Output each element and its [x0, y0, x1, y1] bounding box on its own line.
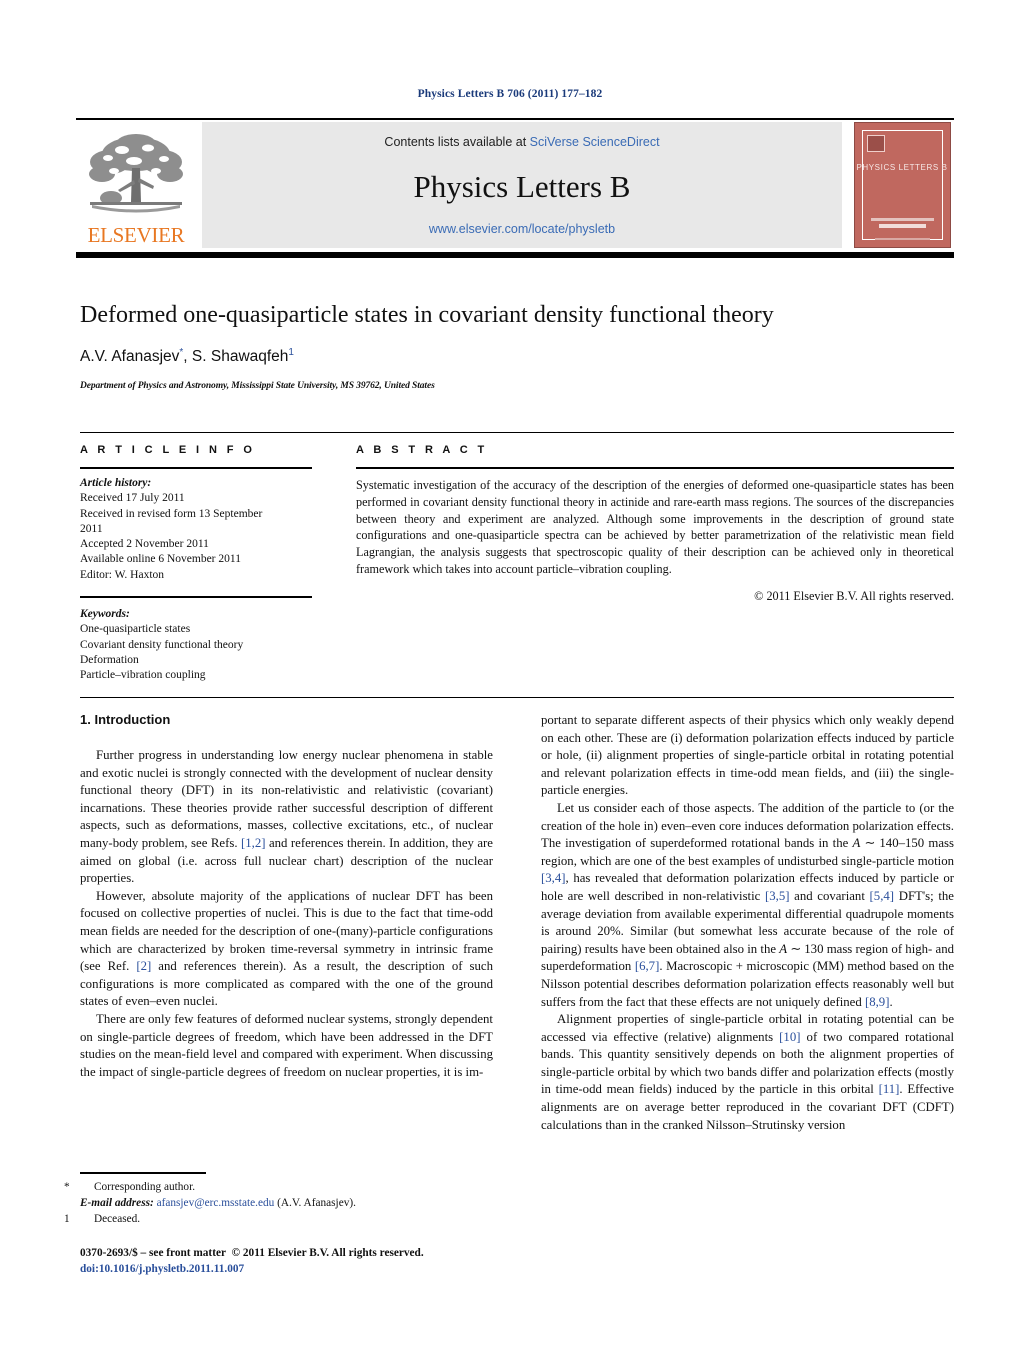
citation-link[interactable]: [3,5] — [765, 889, 790, 903]
article-title: Deformed one-quasiparticle states in cov… — [80, 302, 774, 328]
elsevier-logo: ELSEVIER — [76, 122, 196, 248]
footnote-item: * Corresponding author. — [64, 1179, 493, 1195]
abstract-copyright: © 2011 Elsevier B.V. All rights reserved… — [754, 588, 954, 603]
citation-link[interactable]: [8,9] — [865, 995, 890, 1009]
imprint-copyright: © 2011 Elsevier B.V. All rights reserved… — [231, 1247, 424, 1259]
footnote-item: 1 Deceased. — [64, 1211, 493, 1227]
keyword-item: One-quasiparticle states — [80, 623, 191, 636]
issn-line: 0370-2693/$ – see front matter © 2011 El… — [80, 1245, 520, 1261]
contents-available-line: Contents lists available at SciVerse Sci… — [384, 135, 659, 149]
email-link[interactable]: afansjev@erc.msstate.edu — [157, 1197, 275, 1209]
body-columns: 1. Introduction Further progress in unde… — [80, 712, 954, 1134]
doi-link[interactable]: doi:10.1016/j.physletb.2011.11.007 — [80, 1261, 520, 1277]
paragraph: portant to separate different aspects of… — [541, 713, 954, 798]
cover-thumbnail: PHYSICS LETTERS B — [853, 122, 951, 248]
cover-decor-line-1 — [870, 218, 934, 221]
article-info-rule — [80, 467, 312, 469]
cover-title: PHYSICS LETTERS B — [856, 163, 948, 172]
footnote-text: Deceased. — [94, 1212, 141, 1225]
masthead-body: ELSEVIER Contents lists available at Sci… — [76, 122, 954, 248]
footnote-marker: 1 — [64, 1212, 70, 1225]
running-head: Physics Letters B 706 (2011) 177–182 — [417, 88, 603, 100]
imprint-block: 0370-2693/$ – see front matter © 2011 El… — [80, 1245, 520, 1278]
section-heading-introduction: 1. Introduction — [80, 712, 171, 727]
journal-cover: PHYSICS LETTERS B — [850, 122, 954, 248]
info-abstract-section: A R T I C L E I N F O Article history: R… — [80, 432, 954, 699]
history-item: Received in revised form 13 September — [80, 507, 263, 520]
para-text: Further progress in understanding low en… — [80, 748, 493, 850]
keyword-item: Particle–vibration coupling — [80, 669, 206, 682]
article-history-block: Article history: Received 17 July 2011 R… — [80, 476, 312, 583]
footnote-text: Corresponding author. — [94, 1180, 196, 1193]
email-owner: (A.V. Afanasjev). — [274, 1196, 356, 1209]
paragraph: Alignment properties of single-particle … — [541, 1011, 954, 1134]
affiliation: Department of Physics and Astronomy, Mis… — [80, 380, 435, 391]
para-text: . — [889, 994, 893, 1009]
citation-link[interactable]: [11] — [879, 1082, 900, 1096]
info-abstract-columns: A R T I C L E I N F O Article history: R… — [80, 432, 954, 683]
history-item: Accepted 2 November 2011 — [80, 538, 209, 551]
abstract-column: A B S T R A C T Systematic investigation… — [356, 438, 954, 683]
journal-masthead: ELSEVIER Contents lists available at Sci… — [76, 118, 954, 258]
info-abstract-bottom-rule — [80, 697, 954, 699]
author-footnote-marker[interactable]: 1 — [288, 347, 294, 358]
citation-link[interactable]: [2] — [136, 959, 151, 973]
left-column: 1. Introduction Further progress in unde… — [80, 712, 493, 1134]
citation-link[interactable]: [10] — [779, 1030, 800, 1044]
abstract-rule — [356, 467, 954, 469]
author-1: A.V. Afanasjev — [80, 347, 180, 365]
article-info-heading: A R T I C L E I N F O — [80, 444, 256, 456]
keywords-block: Keywords: One-quasiparticle states Covar… — [80, 607, 312, 683]
masthead-top-rule — [76, 118, 954, 120]
masthead-bottom-rule — [76, 252, 954, 258]
citation-link[interactable]: [1,2] — [241, 836, 266, 850]
journal-banner: Contents lists available at SciVerse Sci… — [202, 122, 842, 248]
author-2: , S. Shawaqfeh — [183, 347, 289, 365]
elsevier-tree-icon — [89, 134, 183, 213]
paragraph: There are only few features of deformed … — [80, 1011, 493, 1079]
author-list: A.V. Afanasjev*, S. Shawaqfeh1 — [80, 347, 954, 366]
article-history-label: Article history: — [80, 477, 152, 489]
abstract-text: Systematic investigation of the accuracy… — [356, 478, 954, 577]
cover-decor-line-2 — [878, 224, 926, 228]
article-info-column: A R T I C L E I N F O Article history: R… — [80, 438, 312, 683]
para-text: and covariant — [789, 888, 870, 903]
citation-link[interactable]: [3,4] — [541, 871, 566, 885]
abstract-heading: A B S T R A C T — [356, 444, 488, 456]
keyword-item: Deformation — [80, 653, 139, 666]
contents-prefix: Contents lists available at — [384, 135, 530, 149]
cover-badge-icon — [866, 135, 885, 152]
right-column: portant to separate different aspects of… — [541, 712, 954, 1134]
keywords-label: Keywords: — [80, 607, 130, 620]
paper-page: Physics Letters B 706 (2011) 177–182 ELS… — [0, 0, 1020, 1351]
history-item: Editor: W. Haxton — [80, 568, 165, 581]
email-label: E-mail address: — [80, 1196, 154, 1209]
math-symbol: A — [779, 941, 788, 956]
footnote-email-item: E-mail address: afansjev@erc.msstate.edu… — [80, 1195, 493, 1211]
paragraph: Let us consider each of those aspects. T… — [541, 800, 954, 1011]
sciencedirect-link[interactable]: SciVerse ScienceDirect — [530, 135, 660, 149]
journal-title: Physics Letters B — [413, 169, 631, 204]
paragraph: Further progress in understanding low en… — [80, 747, 493, 888]
paragraph: However, absolute majority of the applic… — [80, 888, 493, 1011]
title-block: Deformed one-quasiparticle states in cov… — [80, 302, 954, 391]
keywords-rule — [80, 595, 312, 598]
footnote-marker: * — [64, 1180, 70, 1193]
history-item: Available online 6 November 2011 — [80, 553, 241, 566]
elsevier-wordmark: ELSEVIER — [87, 223, 185, 247]
info-abstract-top-rule — [80, 432, 954, 433]
citation-link[interactable]: [6,7] — [635, 959, 660, 973]
journal-homepage-link[interactable]: www.elsevier.com/locate/physletb — [429, 222, 615, 236]
history-item: Received 17 July 2011 — [80, 492, 185, 505]
history-item: 2011 — [80, 522, 103, 535]
issn-text: 0370-2693/$ – see front matter — [80, 1247, 226, 1259]
cover-decor-line-3 — [874, 238, 930, 240]
keyword-item: Covariant density functional theory — [80, 638, 244, 651]
footnotes-block: * Corresponding author. E-mail address: a… — [64, 1172, 493, 1227]
footnote-rule — [80, 1172, 206, 1174]
citation-link[interactable]: [5,4] — [870, 889, 895, 903]
footnote-list: * Corresponding author. E-mail address: a… — [64, 1179, 493, 1227]
